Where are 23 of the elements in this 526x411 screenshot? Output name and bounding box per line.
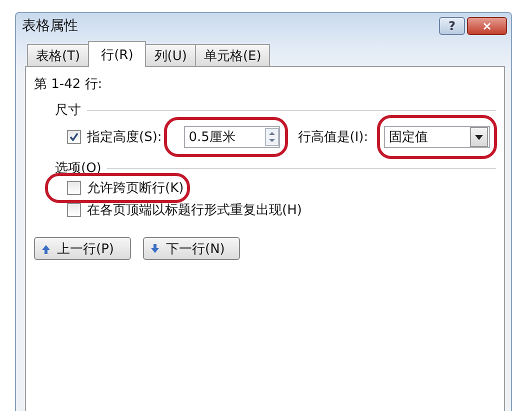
height-field[interactable]: 0.5厘米 [184,126,280,148]
row-height-dropdown[interactable]: 固定值 [384,126,490,148]
nav-button[interactable]: 下一行(N) [143,237,240,260]
spinner-arrows-icon[interactable] [264,128,279,146]
tab[interactable]: 单元格(E) [194,44,270,66]
dropdown-arrow-icon [475,134,484,140]
help-button[interactable]: ? [439,17,465,35]
up-arrow-icon [41,244,51,254]
nav-button[interactable]: 上一行(P) [34,237,131,260]
checkbox-label: 允许跨页断行(K) [87,180,184,197]
down-arrow-icon [150,244,160,254]
tab[interactable]: 列(U) [145,44,196,66]
group-title: 尺寸 [55,102,81,119]
tab[interactable]: 行(R) [88,41,146,67]
checkbox-label: 在各页顶端以标题行形式重复出现(H) [87,202,302,219]
checkbox[interactable] [67,130,81,144]
checkbox-label: 指定高度(S): [87,129,162,146]
checkbox[interactable] [67,203,81,217]
window-title: 表格属性 [22,17,79,35]
field-label: 行高值是(I): [298,129,368,146]
checkbox[interactable] [67,181,81,195]
tab[interactable]: 表格(T) [27,44,90,66]
row-range-label: 第 1-42 行: [34,76,104,93]
